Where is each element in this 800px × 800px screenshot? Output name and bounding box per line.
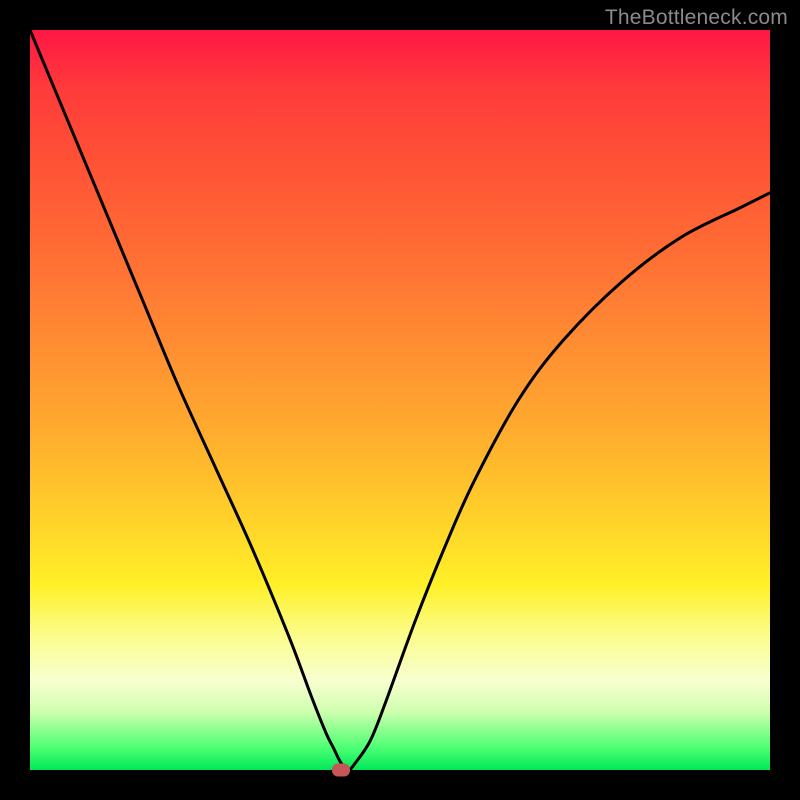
plot-area <box>30 30 770 770</box>
watermark-text: TheBottleneck.com <box>605 6 788 30</box>
bottleneck-curve <box>30 30 770 770</box>
chart-frame: TheBottleneck.com <box>0 0 800 800</box>
curve-svg <box>30 30 770 770</box>
minimum-marker <box>332 764 350 777</box>
